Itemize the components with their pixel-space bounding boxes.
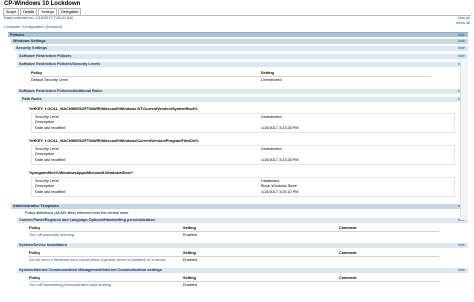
policy-setting: Enabled	[183, 283, 197, 287]
admx-note: Policy definitions (ADMX files) retrieve…	[25, 211, 130, 215]
report-content[interactable]: Policies hide Windows Settings hide Secu…	[3, 32, 471, 299]
rule-description-value: Block Windows Store	[261, 184, 297, 188]
path-rule-title: %HKEY_LOCAL_MACHINE\SOFTWARE\Microsoft\W…	[29, 107, 198, 111]
section-label: Control Panel/Regional and Language Opti…	[19, 218, 155, 222]
section-srp-label: Software Restriction Policies	[19, 54, 72, 58]
computer-config-heading[interactable]: Computer Configuration (Enabled)	[4, 25, 62, 30]
table-row: Default Security Level Unrestricted	[31, 78, 431, 83]
tab-delegation[interactable]: Delegation	[58, 8, 82, 15]
section-security-settings-label: Security Settings	[16, 46, 48, 50]
hide-link[interactable]: hide	[458, 33, 465, 38]
rule-security-value: Unrestricted	[261, 147, 282, 151]
path-rule-details	[31, 145, 455, 165]
rule-description-label: Description	[35, 120, 54, 124]
tab-settings[interactable]: Settings	[38, 8, 58, 15]
policy-setting: Unrestricted	[261, 78, 282, 82]
col-policy: Policy	[29, 251, 41, 255]
scrollbar-track[interactable]	[460, 60, 468, 220]
window-title: CP-Windows 10 Lockdown	[4, 1, 81, 7]
policy-link[interactable]: Turn off handwriting personalization dat…	[29, 283, 111, 287]
tab-bar: Scope Details Settings Delegation	[3, 8, 82, 15]
rule-date-label: Date last modified	[35, 190, 66, 194]
section-srp-levels-label: Software Restriction Policies/Security L…	[19, 62, 101, 66]
table-row: Turn off automatic learning Enabled	[29, 233, 439, 238]
policy-setting: Enabled	[183, 233, 197, 237]
col-setting: Setting	[183, 226, 196, 230]
section-label: System/Internet Communication Management…	[19, 268, 162, 272]
col-policy: Policy	[31, 71, 43, 75]
policy-setting: Enabled	[183, 258, 197, 262]
rule-date-label: Date last modified	[35, 158, 66, 162]
col-setting: Setting	[183, 276, 196, 280]
section-srp[interactable]: Software Restriction Policies hide	[17, 54, 468, 59]
col-policy: Policy	[29, 276, 41, 280]
rule-description-label: Description	[35, 184, 54, 188]
show-all-link[interactable]: show all	[456, 21, 470, 26]
report-subtitle: Data collected on: 1/15/2017 7:46:41 AM	[4, 16, 73, 20]
hide-all-link[interactable]: hide all	[456, 16, 470, 21]
tab-scope[interactable]: Scope	[3, 8, 20, 15]
path-rule-title: %programfiles%\WindowsApps\Microsoft.Win…	[29, 171, 133, 175]
section-srp-levels[interactable]: Software Restriction Policies/Security L…	[17, 62, 468, 67]
hide-link[interactable]: hide	[458, 54, 465, 59]
path-rule-details	[31, 113, 455, 133]
table-row: Turn off handwriting personalization dat…	[29, 283, 439, 288]
section-path-rules-label: Path Rules	[22, 97, 42, 101]
srp-levels-header: Policy Setting	[31, 71, 431, 77]
policy-name: Default Security Level	[31, 78, 68, 82]
section-windows-settings[interactable]: Windows Settings hide	[11, 39, 468, 44]
section-internet-communication[interactable]: System/Internet Communication Management…	[17, 268, 468, 273]
hide-link[interactable]: hide	[458, 268, 465, 273]
hide-link[interactable]: hide	[458, 243, 465, 248]
col-comment: Comment	[339, 226, 357, 230]
table-header: Policy Setting Comment	[29, 226, 439, 232]
path-rule-details	[31, 177, 455, 197]
table-header: Policy Setting Comment	[29, 251, 439, 257]
section-label: System/Device Installation	[19, 243, 67, 247]
section-policies-label: Policies	[10, 33, 25, 37]
col-setting: Setting	[261, 71, 274, 75]
col-comment: Comment	[339, 251, 357, 255]
section-srp-additional-rules[interactable]: Software Restriction Policies/Additional…	[17, 89, 468, 94]
section-windows-settings-label: Windows Settings	[13, 39, 46, 43]
rule-date-value: 1/15/2017 3:25:10 PM	[261, 190, 299, 194]
col-setting: Setting	[183, 251, 196, 255]
section-admin-templates-label: Administrative Templates	[13, 204, 59, 208]
section-path-rules[interactable]: Path Rules hide	[20, 97, 468, 102]
policy-link[interactable]: Turn off automatic learning	[29, 233, 74, 237]
rule-date-value: 1/15/2017 3:22:28 PM	[261, 126, 299, 130]
policy-link[interactable]: Do not send a Windows error report when …	[29, 258, 166, 262]
rule-description-label: Description	[35, 152, 54, 156]
tab-details[interactable]: Details	[20, 8, 38, 15]
section-device-installation[interactable]: System/Device Installation hide	[17, 243, 468, 248]
path-rule-title: %HKEY_LOCAL_MACHINE\SOFTWARE\Microsoft\W…	[29, 139, 199, 143]
rule-security-value: Unrestricted	[261, 115, 282, 119]
table-row: Do not send a Windows error report when …	[29, 258, 439, 263]
section-security-settings[interactable]: Security Settings hide	[14, 46, 468, 51]
rule-date-label: Date last modified	[35, 126, 66, 130]
hide-link[interactable]: hide	[458, 39, 465, 44]
section-srp-additional-rules-label: Software Restriction Policies/Additional…	[19, 89, 103, 93]
col-policy: Policy	[29, 226, 41, 230]
section-handwriting-personalization[interactable]: Control Panel/Regional and Language Opti…	[17, 218, 468, 223]
col-comment: Comment	[339, 276, 357, 280]
hide-link[interactable]: hide	[458, 46, 465, 51]
section-policies[interactable]: Policies hide	[8, 32, 468, 37]
section-admin-templates[interactable]: Administrative Templates hide	[11, 204, 468, 209]
report-header: Data collected on: 1/15/2017 7:46:41 AM …	[4, 16, 470, 29]
table-header: Policy Setting Comment	[29, 276, 439, 282]
rule-date-value: 1/15/2017 3:22:28 PM	[261, 158, 299, 162]
